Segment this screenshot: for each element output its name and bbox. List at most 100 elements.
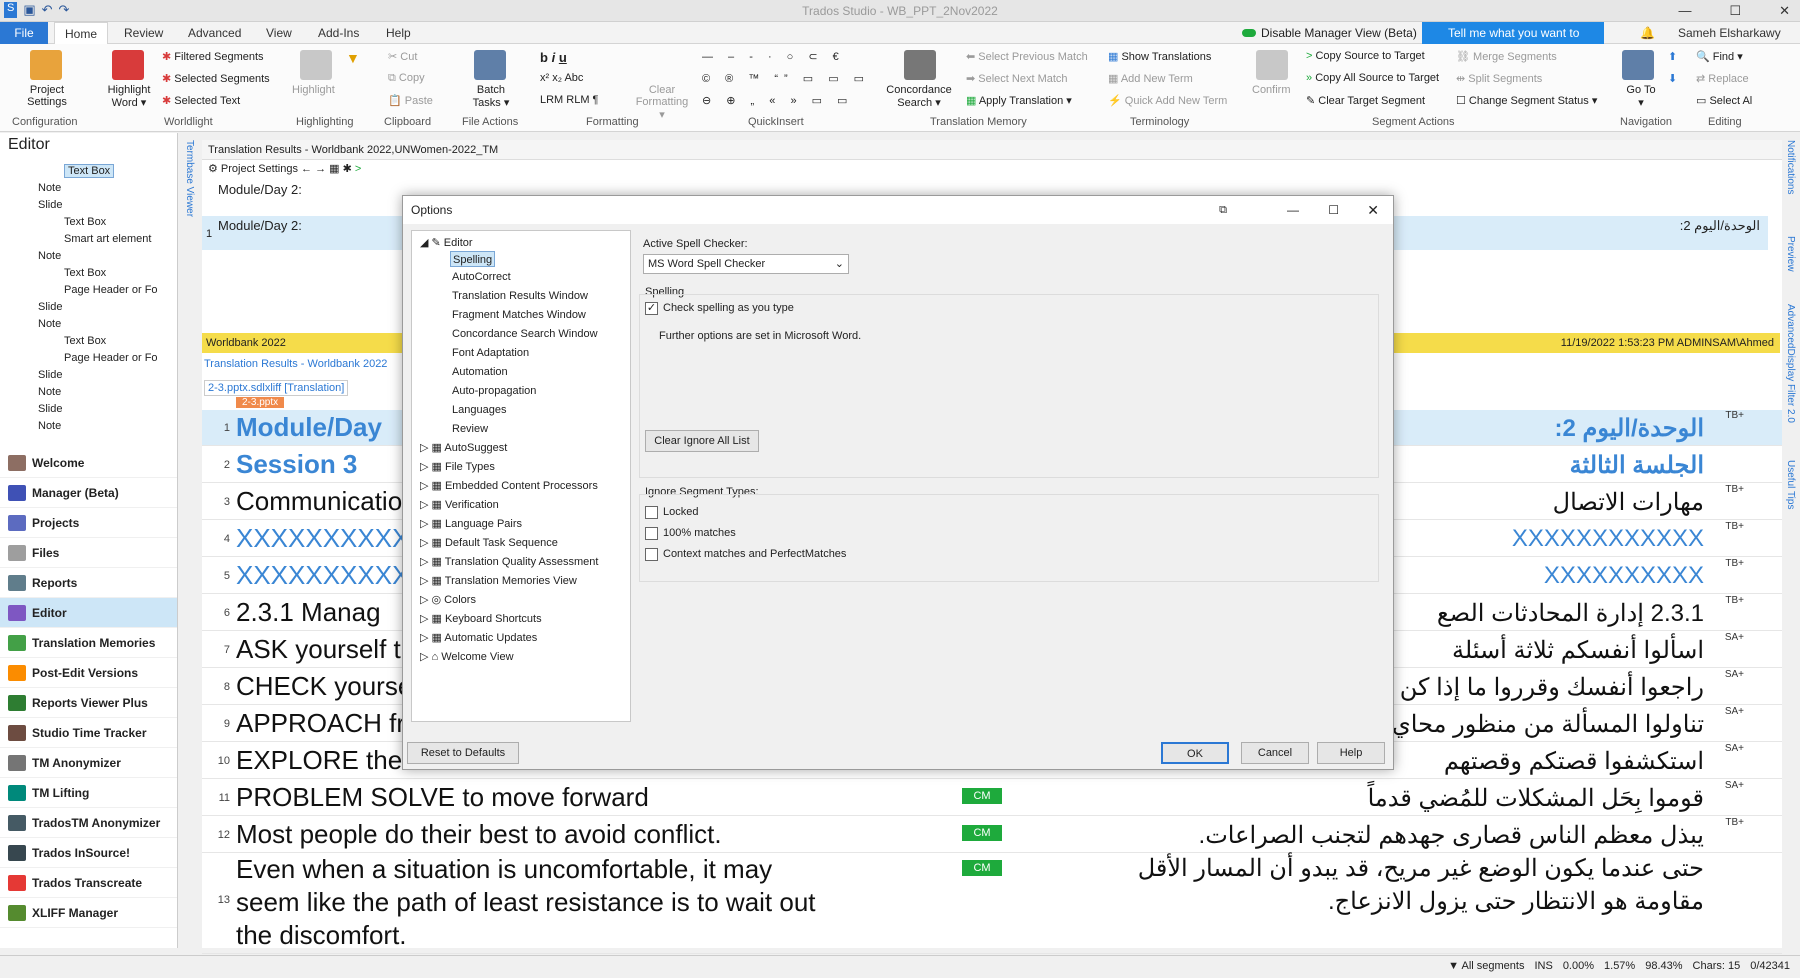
segment-target[interactable]: تناولوا المسألة من منظور محاي [1392,710,1704,739]
segment-target[interactable]: استكشفوا قصتكم وقصتهم [1444,747,1704,776]
nav-tradostm-anonymizer[interactable]: TradosTM Anonymizer [0,808,177,838]
translation-results-link[interactable]: Translation Results - Worldbank 2022 [204,358,387,370]
tree-autosuggest[interactable]: ▷ ▦ AutoSuggest [420,440,507,456]
superscript-icon[interactable]: x² x₂ Abc [540,72,583,84]
change-status-button[interactable]: ☐ Change Segment Status ▾ [1456,94,1597,107]
tree-spelling[interactable]: Spelling [450,251,496,267]
tree-editor[interactable]: ◢ ✎ Editor [420,235,473,251]
nav-welcome[interactable]: Welcome [0,448,177,478]
dialog-close-icon[interactable]: ✕ [1367,196,1379,224]
user-name[interactable]: Sameh Elsharkawy [1668,22,1791,44]
project-settings-link[interactable]: ⚙ Project Settings ← → ▦ ✱ > [208,162,361,175]
tree-welcome-view[interactable]: ▷ ⌂ Welcome View [420,649,514,665]
nav-tm-anonymizer[interactable]: TM Anonymizer [0,748,177,778]
clear-target-button[interactable]: ✎ Clear Target Segment [1306,94,1425,107]
dialog-restore-icon[interactable]: ⧉ [1219,196,1227,224]
termbase-viewer-tab[interactable]: Termbase Viewer [184,140,195,240]
quickinsert-row-1[interactable]: — – - · ○ ⊂ € [702,50,845,63]
nav-translation-memories[interactable]: Translation Memories [0,628,177,658]
segment-target[interactable]: قوموا بِحَل المشكلات للمُضي قدماً [1368,784,1704,813]
tree-updates[interactable]: ▷ ▦ Automatic Updates [420,630,537,646]
quickinsert-row-2[interactable]: © ® ™ “” ▭ ▭ ▭ [702,72,870,85]
bell-icon[interactable]: 🔔 [1630,22,1665,44]
select-next-match[interactable]: ➡ Select Next Match [966,72,1068,85]
tree-translation-results[interactable]: Translation Results Window [452,288,588,304]
tree-item[interactable]: Text Box [8,265,168,282]
tree-embedded-content[interactable]: ▷ ▦ Embedded Content Processors [420,478,598,494]
tree-tqa[interactable]: ▷ ▦ Translation Quality Assessment [420,554,598,570]
selected-text-button[interactable]: ✱ Selected Text [162,94,240,107]
nav-reports[interactable]: Reports [0,568,177,598]
batch-tasks-button[interactable]: Batch Tasks ▾ [468,84,514,109]
cancel-button[interactable]: Cancel [1241,742,1309,764]
tree-item[interactable]: Slide [8,401,168,418]
segment-target[interactable]: يبذل معظم الناس قصارى جهدهم لتجنب الصراع… [1199,821,1704,850]
spell-checker-select[interactable]: MS Word Spell Checker ⌄ [643,254,849,274]
tree-item[interactable]: Note [8,418,168,435]
tree-languages[interactable]: Languages [452,402,506,418]
tree-item[interactable]: Slide [8,299,168,316]
bold-icon[interactable]: b i u [540,50,567,65]
highlight-button[interactable]: Highlight [292,84,335,96]
segment-row[interactable]: 13 Even when a situation is uncomfortabl… [202,854,1782,954]
ltr-icon[interactable]: LRM RLM ¶ [540,94,598,106]
tree-fragment-matches[interactable]: Fragment Matches Window [452,307,586,323]
funnel-icon[interactable]: ▼ [346,50,360,66]
segment-target[interactable]: مهارات الاتصال [1553,488,1704,517]
nav-editor[interactable]: Editor [0,598,177,628]
tab-advanced[interactable]: Advanced [178,22,251,44]
segment-target[interactable]: راجعوا أنفسك وقرروا ما إذا كن [1400,673,1704,702]
reset-defaults-button[interactable]: Reset to Defaults [407,742,519,764]
filtered-segments-button[interactable]: ✱ Filtered Segments [162,50,264,63]
tree-automation[interactable]: Automation [452,364,508,380]
nav-reports-viewer[interactable]: Reports Viewer Plus [0,688,177,718]
close-icon[interactable]: ✕ [1779,3,1790,19]
tab-add-ins[interactable]: Add-Ins [308,22,369,44]
quick-add-term-button[interactable]: ⚡ Quick Add New Term [1108,94,1227,107]
down-arrow-icon[interactable]: ⬇ [1668,72,1677,85]
tree-language-pairs[interactable]: ▷ ▦ Language Pairs [420,516,522,532]
tab-review[interactable]: Review [114,22,173,44]
highlight-word-button[interactable]: Highlight Word ▾ [104,84,154,109]
tree-item[interactable]: Text Box [8,214,168,231]
preview-tab[interactable]: Preview [1785,236,1796,296]
paste-button[interactable]: 📋 Paste [388,94,433,107]
select-previous-match[interactable]: ⬅ Select Previous Match [966,50,1088,63]
segment-target[interactable]: XXXXXXXXXXXX [1512,525,1704,553]
concordance-search-button[interactable]: Concordance Search ▾ [884,84,954,109]
selected-segments-button[interactable]: ✱ Selected Segments [162,72,270,85]
nav-xliff-manager[interactable]: XLIFF Manager [0,898,177,928]
replace-button[interactable]: ⇄ Replace [1696,72,1749,85]
project-settings-button[interactable]: Project Settings [22,84,72,108]
tree-item[interactable]: Page Header or Fo [8,350,168,367]
segment-row[interactable]: 11 PROBLEM SOLVE to move forward CM قوموا ب… [202,780,1782,816]
tree-item[interactable]: Note [8,384,168,401]
show-translations-button[interactable]: ▦ Show Translations [1108,50,1211,63]
nav-tm-lifting[interactable]: TM Lifting [0,778,177,808]
tree-review[interactable]: Review [452,421,488,437]
segment-target[interactable]: الجلسة الثالثة [1570,451,1704,480]
tree-item[interactable]: Slide [8,367,168,384]
tab-file[interactable]: File [0,22,48,44]
apply-translation-button[interactable]: ▦ Apply Translation ▾ [966,94,1072,107]
clear-ignore-button[interactable]: Clear Ignore All List [645,430,759,452]
dialog-minimize-icon[interactable]: — [1287,196,1299,224]
tree-item[interactable]: Note [8,180,168,197]
file-tab[interactable]: 2-3.pptx.sdlxliff [Translation] [204,380,349,396]
segment-target-line-2[interactable]: مقاومة هو الانتظار حتى يزول الانزعاج. [1328,887,1704,916]
up-arrow-icon[interactable]: ⬆ [1668,50,1677,63]
cut-button[interactable]: ✂ Cut [388,50,417,63]
minimize-icon[interactable]: — [1678,3,1691,19]
tree-colors[interactable]: ▷ ◎ Colors [420,592,476,608]
tell-me-search[interactable]: Tell me what you want to do... [1422,22,1604,62]
segment-target[interactable]: XXXXXXXXXX [1544,562,1704,590]
help-button[interactable]: Help [1317,742,1385,764]
tree-file-types[interactable]: ▷ ▦ File Types [420,459,495,475]
segment-target[interactable]: 2.3.1 إدارة المحادثات الصع [1437,599,1704,628]
useful-tips-tab[interactable]: Useful Tips [1785,460,1796,540]
tree-item[interactable]: Page Header or Fo [8,282,168,299]
confirm-button[interactable]: Confirm [1252,84,1291,96]
tree-verification[interactable]: ▷ ▦ Verification [420,497,499,513]
nav-transcreate[interactable]: Trados Transcreate [0,868,177,898]
merge-segments-button[interactable]: ⛓ Merge Segments [1456,50,1557,63]
